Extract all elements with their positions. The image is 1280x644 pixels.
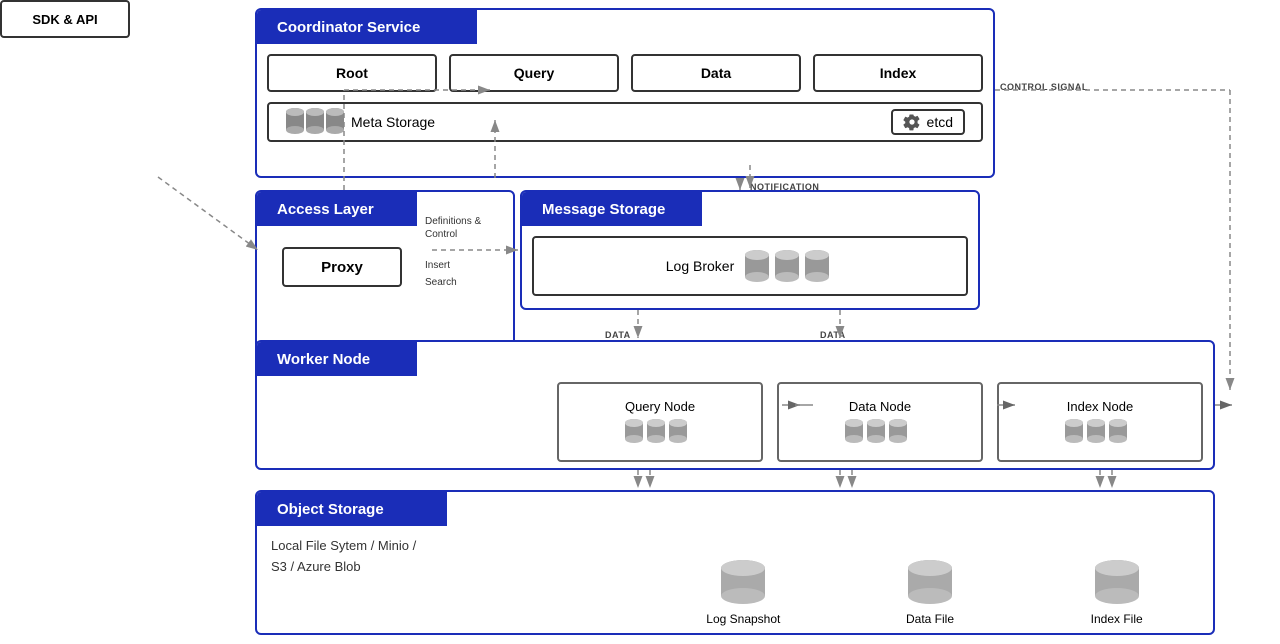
log-snapshot-label: Log Snapshot bbox=[706, 612, 780, 626]
object-storage-description: Local File Sytem / Minio /S3 / Azure Blo… bbox=[271, 536, 416, 578]
log-snapshot-item: Log Snapshot bbox=[657, 536, 830, 626]
root-node: Root bbox=[267, 54, 437, 92]
index-node-box: Index Node bbox=[997, 382, 1203, 462]
meta-storage-label: Meta Storage bbox=[351, 114, 435, 130]
object-storage-icons: Log Snapshot Data File Index Fil bbox=[657, 536, 1203, 626]
coordinator-service-box: Coordinator Service Root Query Data Inde… bbox=[255, 8, 995, 178]
index-file-label: Index File bbox=[1091, 612, 1143, 626]
coord-nodes-row: Root Query Data Index bbox=[267, 54, 983, 92]
sdk-label: SDK & API bbox=[32, 12, 97, 27]
index-node-db-icons bbox=[1064, 418, 1136, 446]
data-node-coord: Data bbox=[631, 54, 801, 92]
data-file-label: Data File bbox=[906, 612, 954, 626]
data-node-box: Data Node bbox=[777, 382, 983, 462]
coordinator-inner: Root Query Data Index bbox=[267, 54, 983, 142]
query-node-coord: Query bbox=[449, 54, 619, 92]
log-broker-db-icons bbox=[744, 248, 834, 284]
etcd-box: etcd bbox=[891, 109, 965, 135]
architecture-diagram: SDK & API Coordinator Service Root Query… bbox=[0, 0, 1280, 644]
gear-icon bbox=[903, 113, 921, 131]
notification-label: NOTIFICATION bbox=[750, 182, 819, 192]
meta-storage-left: Meta Storage bbox=[285, 106, 879, 138]
query-node-db-icons bbox=[624, 418, 696, 446]
worker-title: Worker Node bbox=[267, 346, 380, 373]
data-node-db-icons bbox=[844, 418, 916, 446]
log-snapshot-icon bbox=[719, 558, 767, 608]
data-label-1: DATA bbox=[605, 330, 631, 340]
coordinator-title: Coordinator Service bbox=[267, 14, 430, 41]
worker-header: Worker Node bbox=[257, 342, 417, 376]
object-storage-title: Object Storage bbox=[267, 496, 394, 523]
log-broker-label: Log Broker bbox=[666, 258, 734, 274]
message-header: Message Storage bbox=[522, 192, 702, 226]
definitions-control-label: Definitions &Control bbox=[425, 215, 481, 241]
access-header: Access Layer bbox=[257, 192, 417, 226]
index-file-icon bbox=[1093, 558, 1141, 608]
control-signal-label: CONTROL SIGNAL bbox=[1000, 82, 1088, 92]
etcd-label: etcd bbox=[927, 114, 953, 130]
object-storage-header: Object Storage bbox=[257, 492, 447, 526]
log-broker-box: Log Broker bbox=[532, 236, 968, 296]
data-node-label: Data Node bbox=[849, 399, 911, 414]
coordinator-header: Coordinator Service bbox=[257, 10, 477, 44]
access-layer-box: Access Layer Proxy bbox=[255, 190, 515, 350]
meta-storage-box: Meta Storage etcd bbox=[267, 102, 983, 142]
index-node-label: Index Node bbox=[1067, 399, 1134, 414]
worker-nodes-container: Query Node Data Node Index Node bbox=[557, 382, 1203, 462]
access-title: Access Layer bbox=[267, 196, 384, 223]
message-storage-box: Message Storage Log Broker bbox=[520, 190, 980, 310]
search-label: Search bbox=[425, 277, 457, 288]
index-node-coord: Index bbox=[813, 54, 983, 92]
message-title: Message Storage bbox=[532, 196, 675, 223]
query-node-label: Query Node bbox=[625, 399, 695, 414]
object-storage-box: Object Storage Local File Sytem / Minio … bbox=[255, 490, 1215, 635]
index-file-item: Index File bbox=[1030, 536, 1203, 626]
data-file-icon bbox=[906, 558, 954, 608]
proxy-button: Proxy bbox=[282, 247, 402, 287]
worker-node-box: Worker Node Query Node Data Node bbox=[255, 340, 1215, 470]
insert-label: Insert bbox=[425, 260, 450, 271]
data-file-item: Data File bbox=[844, 536, 1017, 626]
sdk-api-box: SDK & API bbox=[0, 0, 130, 38]
meta-db-icons bbox=[285, 106, 345, 138]
data-label-2: DATA bbox=[820, 330, 846, 340]
query-node-box: Query Node bbox=[557, 382, 763, 462]
